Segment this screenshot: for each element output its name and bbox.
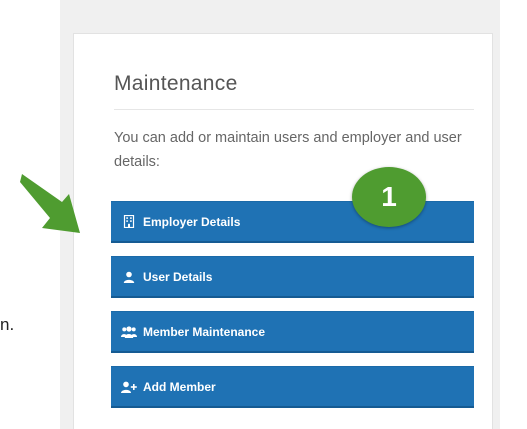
maintenance-panel: Maintenance You can add or maintain user… bbox=[73, 33, 493, 429]
step-number-badge: 1 bbox=[352, 167, 426, 227]
user-details-button[interactable]: User Details bbox=[111, 256, 474, 298]
panel-description: You can add or maintain users and employ… bbox=[114, 130, 462, 170]
employer-details-label: Employer Details bbox=[143, 214, 241, 229]
building-icon bbox=[121, 214, 137, 230]
users-icon bbox=[121, 324, 137, 340]
member-maintenance-button[interactable]: Member Maintenance bbox=[111, 311, 474, 353]
add-member-label: Add Member bbox=[143, 379, 216, 394]
pointer-arrow-icon bbox=[20, 168, 110, 248]
user-plus-icon bbox=[121, 379, 137, 395]
title-divider bbox=[114, 109, 474, 110]
cropped-text-fragment: n. bbox=[0, 315, 15, 334]
add-member-button[interactable]: Add Member bbox=[111, 366, 474, 408]
member-maintenance-label: Member Maintenance bbox=[143, 324, 266, 339]
panel-title: Maintenance bbox=[114, 72, 238, 95]
user-icon bbox=[121, 269, 137, 285]
user-details-label: User Details bbox=[143, 269, 213, 284]
